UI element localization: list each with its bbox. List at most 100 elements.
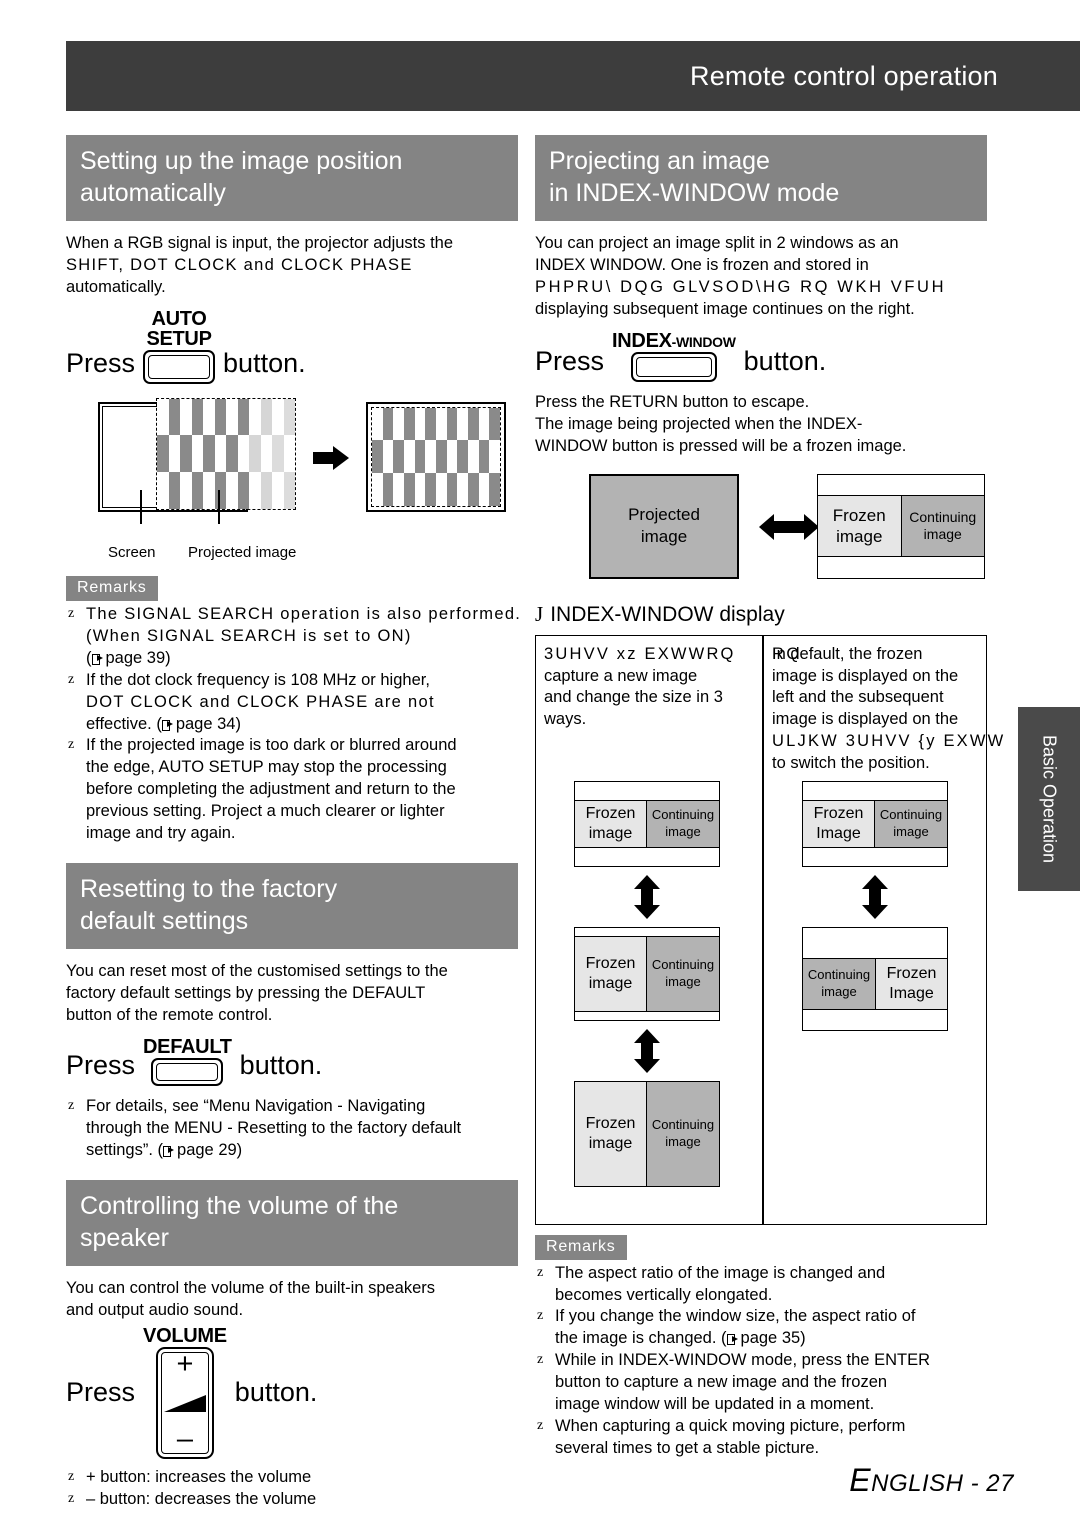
label-projected-image: Projected image (188, 543, 297, 561)
continuing-line-2: image (665, 973, 701, 989)
up-down-arrow-icon (862, 874, 888, 919)
auto-setup-button-cap-2: SETUP (146, 327, 212, 350)
cell-right-overlap-line: RQ In default, the frozen (772, 644, 984, 666)
split-window-box: Frozen image Continuing image (817, 473, 985, 579)
auto-setup-figure (98, 397, 528, 538)
volume-button-shape[interactable]: + – (155, 1346, 214, 1459)
remark-line: The aspect ratio of the image is changed… (555, 1263, 886, 1282)
continuing-line-2: image (923, 526, 962, 543)
volume-button-cap: VOLUME (143, 1324, 227, 1347)
projected-line-2: image (640, 527, 688, 547)
right-column: Projecting an image in INDEX-WINDOW mode… (535, 135, 1003, 1460)
section-heading-default: Resetting to the factory default setting… (66, 863, 518, 950)
pattern-row (157, 398, 295, 436)
continuing-line-1: Continuing (909, 508, 977, 525)
remarks-list-index-window: z The aspect ratio of the image is chang… (535, 1263, 987, 1460)
bullet-icon: z (537, 1264, 544, 1280)
footer-separator: - (963, 1470, 987, 1497)
body-line: automatically. (66, 277, 166, 296)
page-header: Remote control operation (66, 41, 1080, 111)
index-window-display-heading: J INDEX-WINDOW display (535, 602, 987, 627)
continuing-cell: Continuing image (647, 936, 719, 1011)
pattern-row (157, 435, 295, 473)
heading-line-2: automatically (80, 179, 226, 207)
section-heading-volume: Controlling the volume of the speaker (66, 1179, 518, 1266)
footer-page-number: 27 (986, 1470, 1014, 1497)
continuing-line-1: Continuing (879, 807, 943, 823)
body-line: WINDOW button is pressed will be a froze… (535, 436, 907, 455)
body-line: and output audio sound. (66, 1300, 244, 1319)
remark-line-page: the image is changed. (page 35) (555, 1329, 806, 1348)
auto-setup-body: When a RGB signal is input, the projecto… (66, 233, 518, 299)
default-button-shape[interactable] (151, 1057, 224, 1086)
remark-line: button to capture a new image and the fr… (555, 1373, 888, 1392)
continuing-line-2: image (665, 823, 701, 839)
frozen-line-1: Frozen (585, 804, 636, 822)
section-heading-auto-setup: Setting up the image position automatica… (66, 135, 518, 221)
frozen-cell: Frozen Image (875, 958, 947, 1009)
section-heading-index-window: Projecting an image in INDEX-WINDOW mode (535, 135, 987, 221)
remark-item: z + button: increases the volume (66, 1467, 518, 1489)
index-window-display-table: 3UHVV xz EXWWRQ capture a new image and … (535, 634, 1003, 1225)
remark-item: z – button: decreases the volume (66, 1489, 518, 1511)
index-window-button-cap: INDEX-WINDOW (612, 331, 736, 351)
bullet-icon: z (537, 1418, 544, 1434)
cell-right-line: to switch the position. (772, 754, 930, 773)
cap-main: INDEX (612, 329, 672, 352)
remark-line-page: (page 39) (86, 648, 171, 667)
press-label: Press (66, 1376, 136, 1407)
volume-minus-icon[interactable]: – (177, 1424, 193, 1454)
frozen-line-2: Image (889, 984, 934, 1002)
continuing-line-1: Continuing (651, 807, 715, 823)
body-line: button of the remote control. (66, 1006, 273, 1024)
index-window-button-shape[interactable] (630, 351, 717, 382)
flow-left-box-1: Frozen image Continuing image Frozen ima… (574, 780, 720, 1187)
cell-right-line: image is displayed on the (772, 710, 959, 729)
page-footer: ENGLISH - 27 (849, 1462, 1014, 1499)
up-down-arrow-icon (634, 1028, 660, 1073)
projected-line-1: Projected (628, 504, 700, 524)
remark-line: DOT CLOCK and CLOCK PHASE are not (86, 692, 435, 711)
j-bullet-icon: J (535, 601, 544, 626)
frozen-line-1: Frozen (585, 954, 636, 972)
auto-setup-button[interactable]: AUTO SETUP (143, 309, 216, 384)
page-ref-icon (163, 1145, 176, 1157)
cell-right-text: RQ In default, the frozen image is displ… (772, 644, 1003, 776)
frozen-line-2: image (588, 974, 633, 992)
continuing-cell: Continuing image (875, 800, 947, 847)
index-window-button[interactable]: INDEX-WINDOW (612, 331, 736, 382)
remark-item: z The SIGNAL SEARCH operation is also pe… (66, 604, 520, 670)
heading-line-2: in INDEX-WINDOW mode (549, 179, 840, 207)
pattern-row (372, 407, 500, 441)
bullet-icon: z (68, 1490, 75, 1506)
continuing-line-2: image (665, 1133, 701, 1149)
projected-image-outline (156, 397, 296, 510)
button-label: button. (234, 1376, 318, 1407)
continuing-line-1: Continuing (651, 1117, 715, 1133)
default-body: You can reset most of the customised set… (66, 961, 518, 1027)
frozen-line-1: Frozen (886, 964, 937, 982)
remark-line: before completing the adjustment and ret… (86, 780, 456, 799)
button-label: button. (239, 1049, 323, 1080)
leader-line-projected (218, 489, 220, 524)
body-line: INDEX WINDOW. One is frozen and stored i… (535, 255, 869, 274)
remark-line-page: effective. (page 34) (86, 714, 241, 733)
pattern-row (372, 473, 500, 506)
side-tab-label: Basic Operation (1039, 734, 1060, 864)
body-line: You can reset most of the customised set… (66, 962, 448, 981)
default-button[interactable]: DEFAULT (143, 1037, 232, 1086)
footer-lang-initial: E (849, 1462, 872, 1498)
footer-lang-rest: NGLISH (871, 1470, 964, 1497)
remark-item: z The aspect ratio of the image is chang… (535, 1263, 987, 1307)
volume-button[interactable]: VOLUME + – (143, 1326, 227, 1459)
remark-line: image and try again. (86, 824, 236, 843)
projected-image-after (371, 406, 501, 507)
frozen-cell: Frozen image (575, 936, 647, 1011)
volume-plus-icon[interactable]: + (176, 1349, 193, 1378)
default-button-cap: DEFAULT (143, 1035, 232, 1058)
cell-right-line: image is displayed on the (772, 666, 959, 685)
bullet-icon: z (68, 671, 75, 687)
auto-setup-button-shape[interactable] (143, 349, 216, 384)
remarks-list-auto-setup: z The SIGNAL SEARCH operation is also pe… (66, 604, 520, 845)
body-line: factory default settings by pressing the… (66, 984, 426, 1003)
